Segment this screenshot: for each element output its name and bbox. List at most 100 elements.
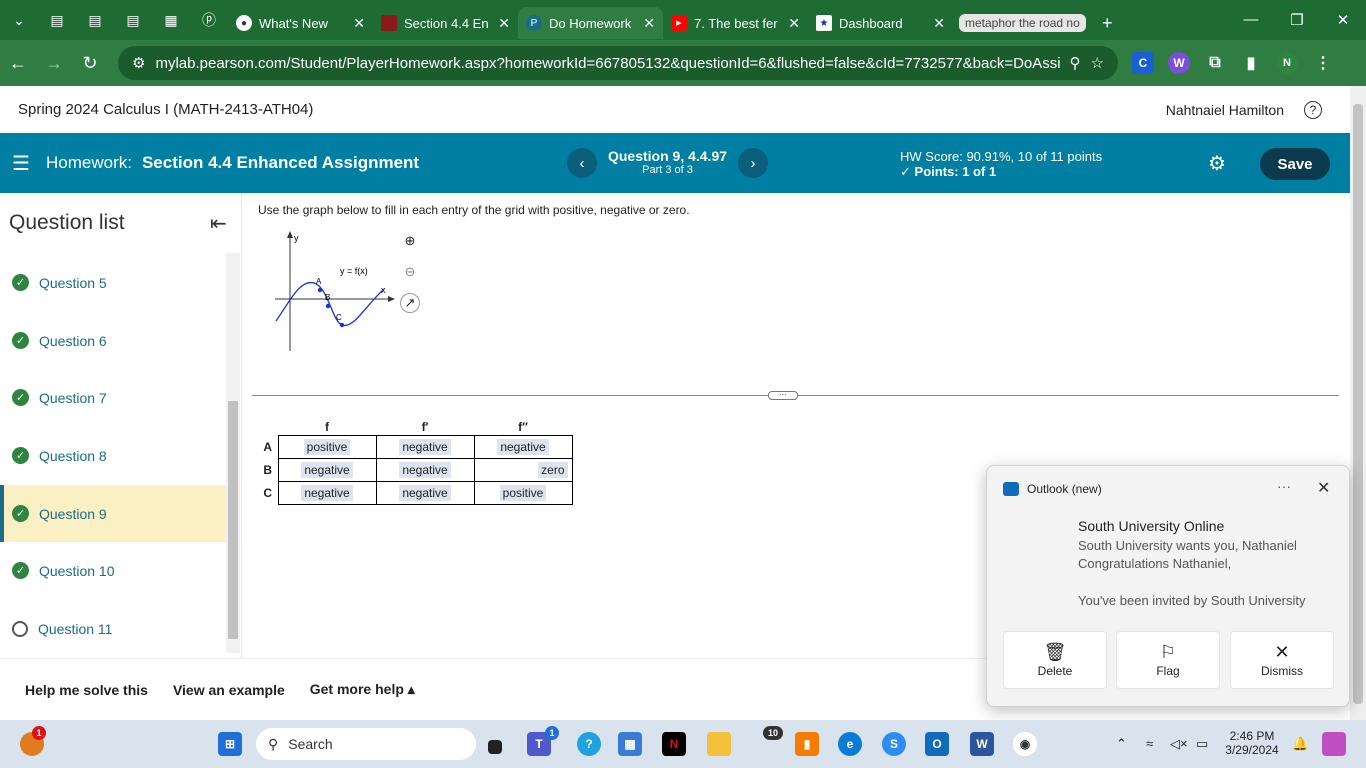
answer-cell[interactable]: negative xyxy=(375,457,475,482)
taskbar-search[interactable]: ⚲ Search xyxy=(256,728,476,760)
edge-icon[interactable]: e xyxy=(838,732,862,756)
get-more-help-link[interactable]: Get more help ▴ xyxy=(310,681,415,698)
zoom-out-icon[interactable]: ⊖ xyxy=(400,262,420,282)
answer-cell[interactable]: negative xyxy=(375,480,475,505)
battery-icon[interactable]: ▭ xyxy=(1196,736,1208,752)
app-icon[interactable]: ▮ xyxy=(795,732,819,756)
system-clock[interactable]: 2:46 PM 3/29/2024 xyxy=(1224,729,1280,757)
sidebar-scroll-thumb[interactable] xyxy=(228,401,238,639)
pinned-tab-doc-icon[interactable]: ▤ xyxy=(114,6,152,34)
extension-c-icon[interactable]: C xyxy=(1132,52,1154,74)
next-question-button[interactable]: › xyxy=(738,148,768,178)
url-text[interactable]: mylab.pearson.com/Student/PlayerHomework… xyxy=(155,55,1059,72)
count-badge: 10 xyxy=(763,726,783,740)
close-icon[interactable]: ✕ xyxy=(1317,478,1330,498)
copilot-pre-icon[interactable] xyxy=(1322,732,1346,756)
close-window-icon[interactable]: ✕ xyxy=(1320,11,1366,29)
sidebar-scrollbar[interactable] xyxy=(226,253,240,653)
settings-gear-icon[interactable]: ⚙ xyxy=(1208,151,1226,176)
close-icon[interactable]: ✕ xyxy=(635,15,655,32)
outlook-taskbar-icon[interactable]: O xyxy=(925,732,949,756)
extensions-puzzle-icon[interactable]: ⧉ xyxy=(1204,52,1226,74)
page-scroll-thumb[interactable] xyxy=(1353,104,1363,704)
skype-icon[interactable]: S xyxy=(882,732,906,756)
flag-button[interactable]: ⚐ Flag xyxy=(1116,631,1220,689)
question-item-6[interactable]: ✓ Question 6 xyxy=(0,312,226,369)
collapse-sidebar-icon[interactable]: ⇤ xyxy=(210,211,227,236)
minimize-icon[interactable]: — xyxy=(1228,11,1274,29)
pinned-tab-calendar-icon[interactable]: ▦ xyxy=(152,6,190,34)
zoom-icon[interactable]: ⚲ xyxy=(1070,54,1081,72)
grid-row-a: A positive negative negative xyxy=(258,434,573,459)
restore-icon[interactable]: ❐ xyxy=(1274,11,1320,29)
show-hidden-icons[interactable]: ⌃ xyxy=(1116,736,1127,752)
new-tab-button[interactable]: + xyxy=(1094,7,1124,39)
forward-icon[interactable]: → xyxy=(36,53,72,74)
tab-section-4-4[interactable]: Section 4.4 En ✕ xyxy=(373,7,518,39)
close-icon[interactable]: ✕ xyxy=(345,15,365,32)
file-explorer-icon[interactable] xyxy=(707,732,731,756)
pearson-icon: P xyxy=(526,15,542,31)
help-me-solve-link[interactable]: Help me solve this xyxy=(25,682,148,698)
bookmark-star-icon[interactable]: ☆ xyxy=(1091,54,1104,72)
question-item-9[interactable]: ✓ Question 9 xyxy=(0,485,226,542)
view-example-link[interactable]: View an example xyxy=(173,682,285,698)
question-item-7[interactable]: ✓ Question 7 xyxy=(0,369,226,426)
page-scrollbar[interactable] xyxy=(1350,86,1366,720)
menu-kebab-icon[interactable]: ⋮ xyxy=(1312,52,1334,74)
tab-whats-new[interactable]: ● What's New ✕ xyxy=(228,7,373,39)
word-icon[interactable]: W xyxy=(970,732,994,756)
close-icon[interactable]: ✕ xyxy=(925,15,945,32)
dismiss-button[interactable]: ✕ Dismiss xyxy=(1230,631,1334,689)
answer-cell[interactable]: zero xyxy=(473,457,573,482)
tab-youtube[interactable]: ▶ 7. The best fer ✕ xyxy=(663,7,808,39)
outlook-notification[interactable]: Outlook (new) ··· ✕ South University Onl… xyxy=(986,465,1350,707)
question-item-8[interactable]: ✓ Question 8 xyxy=(0,427,226,484)
answer-cell[interactable]: positive xyxy=(277,434,377,459)
answer-cell[interactable]: negative xyxy=(473,434,573,459)
copilot-icon[interactable]: ? xyxy=(577,732,601,756)
previous-question-button[interactable]: ‹ xyxy=(567,148,597,178)
side-panel-icon[interactable]: ▮ xyxy=(1240,52,1262,74)
profile-avatar[interactable]: N xyxy=(1276,52,1298,74)
pane-resize-handle[interactable]: ··· xyxy=(768,391,798,400)
delete-button[interactable]: 🗑 Delete xyxy=(1003,631,1107,689)
netflix-icon[interactable]: N xyxy=(662,732,686,756)
windows-start-icon[interactable]: ⊞ xyxy=(218,732,242,756)
zoom-in-icon[interactable]: ⊕ xyxy=(400,231,420,251)
user-name[interactable]: Nahtnaiel Hamilton xyxy=(1166,102,1284,118)
chrome-icon[interactable]: ◉ xyxy=(1013,732,1037,756)
site-info-icon[interactable]: ⚙ xyxy=(132,54,145,72)
open-external-icon[interactable]: ↗ xyxy=(400,293,420,313)
answer-cell[interactable]: negative xyxy=(277,457,377,482)
notification-line: South University wants you, Nathaniel xyxy=(1078,538,1297,553)
extension-w-icon[interactable]: W xyxy=(1168,52,1190,74)
help-icon[interactable]: ? xyxy=(1304,100,1322,119)
close-icon[interactable]: ✕ xyxy=(490,15,510,32)
store-icon[interactable]: ▦ xyxy=(618,732,642,756)
tab-do-homework[interactable]: P Do Homework ✕ xyxy=(518,7,663,39)
question-item-11[interactable]: Question 11 xyxy=(0,600,226,657)
more-options-icon[interactable]: ··· xyxy=(1277,478,1291,494)
tab-group-metaphor[interactable]: metaphor the road no xyxy=(959,7,1094,39)
save-button[interactable]: Save xyxy=(1260,148,1330,180)
hamburger-menu-icon[interactable]: ☰ xyxy=(12,151,38,176)
answer-cell[interactable]: positive xyxy=(473,480,573,505)
volume-icon[interactable]: ◁× xyxy=(1170,736,1188,752)
wifi-icon[interactable]: ≈ xyxy=(1146,736,1153,751)
pinned-tab-doc-icon[interactable]: ▤ xyxy=(76,6,114,34)
task-view-icon[interactable] xyxy=(488,740,502,754)
reload-icon[interactable]: ↻ xyxy=(72,53,108,74)
close-icon[interactable]: ✕ xyxy=(780,15,800,32)
pinned-tab-pearson-icon[interactable]: ⓟ xyxy=(190,6,228,34)
tab-search-icon[interactable]: ⌄ xyxy=(0,6,38,34)
back-icon[interactable]: ← xyxy=(0,53,36,74)
pinned-tab-doc-icon[interactable]: ▤ xyxy=(38,6,76,34)
notifications-bell-icon[interactable]: 🔔 xyxy=(1292,736,1308,752)
url-bar[interactable]: ⚙ mylab.pearson.com/Student/PlayerHomewo… xyxy=(118,46,1118,80)
tab-dashboard[interactable]: ★ Dashboard ✕ xyxy=(808,7,953,39)
question-item-10[interactable]: ✓ Question 10 xyxy=(0,542,226,599)
question-item-5[interactable]: ✓ Question 5 xyxy=(0,254,226,311)
answer-cell[interactable]: negative xyxy=(375,434,475,459)
answer-cell[interactable]: negative xyxy=(277,480,377,505)
